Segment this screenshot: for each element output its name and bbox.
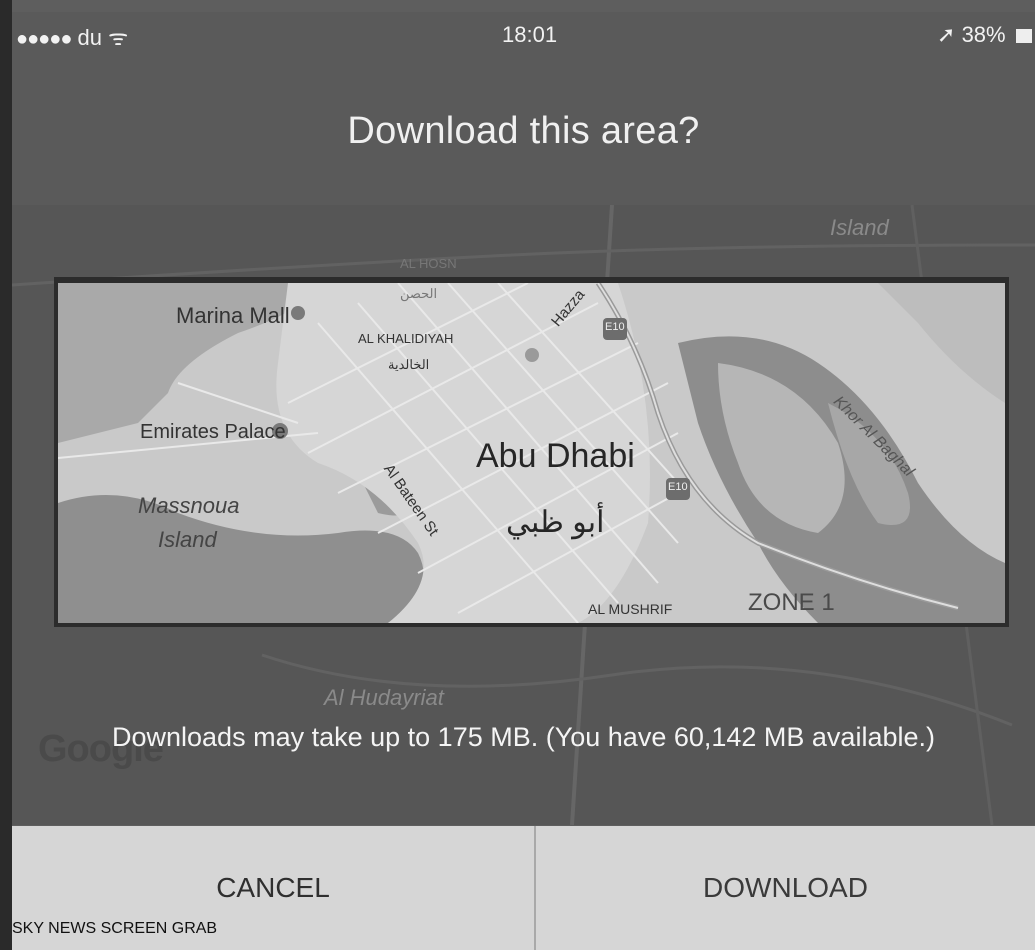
battery-percent: 38% bbox=[961, 22, 1006, 47]
map-label-emirates-palace: Emirates Palace bbox=[140, 421, 286, 443]
carrier-info: ●●●●● du ᯤ bbox=[16, 22, 128, 52]
map-label-island: Island bbox=[830, 215, 889, 240]
e10-shield-mid: E10 bbox=[668, 481, 688, 493]
map-label-marina-mall: Marina Mall bbox=[176, 303, 290, 328]
image-credit: SKY NEWS SCREEN GRAB bbox=[12, 920, 218, 937]
wifi-icon: ᯤ bbox=[108, 25, 129, 50]
status-right: ➚ 38% bbox=[937, 22, 1032, 48]
map-label-zone-1: ZONE 1 bbox=[748, 589, 835, 616]
map-label-al-khalidiyah-arabic: الخالدية bbox=[388, 357, 430, 372]
download-size-notice: Downloads may take up to 175 MB. (You ha… bbox=[112, 722, 935, 752]
map-label-massnoua-island: Island bbox=[158, 527, 217, 552]
battery-icon bbox=[1015, 29, 1032, 43]
carrier-name: du bbox=[77, 25, 103, 50]
e10-shield-top: E10 bbox=[605, 321, 625, 333]
button-divider bbox=[534, 826, 536, 950]
location-arrow-icon: ➚ bbox=[937, 22, 956, 47]
map-label-al-hosn-arabic: الحصن bbox=[400, 286, 438, 301]
map-label-al-hudayriat: Al Hudayriat bbox=[324, 685, 444, 710]
map-label-abu-dhabi-arabic: أبو ظبي bbox=[506, 506, 605, 539]
map-label-al-hosn: AL HOSN bbox=[400, 256, 457, 271]
map-label-massnoua: Massnoua bbox=[138, 493, 240, 518]
photo-left-edge bbox=[0, 0, 12, 950]
phone-screen: ●●●●● du ᯤ 18:01 ➚ 38% Download this are… bbox=[12, 0, 1035, 950]
dialog-title: Download this area? bbox=[347, 110, 700, 152]
status-bar: ●●●●● du ᯤ 18:01 ➚ 38% bbox=[12, 22, 1035, 62]
download-area-map[interactable]: Marina Mall AL KHALIDIYAH الخالدية Emira… bbox=[58, 283, 1005, 623]
download-button[interactable]: DOWNLOAD bbox=[536, 826, 1035, 950]
signal-strength-icon: ●●●●● bbox=[16, 28, 72, 50]
map-label-al-khalidiyah: AL KHALIDIYAH bbox=[358, 331, 454, 346]
map-label-al-mushrif: AL MUSHRIF bbox=[588, 601, 673, 617]
clock: 18:01 bbox=[502, 22, 558, 47]
map-label-abu-dhabi: Abu Dhabi bbox=[476, 437, 635, 475]
